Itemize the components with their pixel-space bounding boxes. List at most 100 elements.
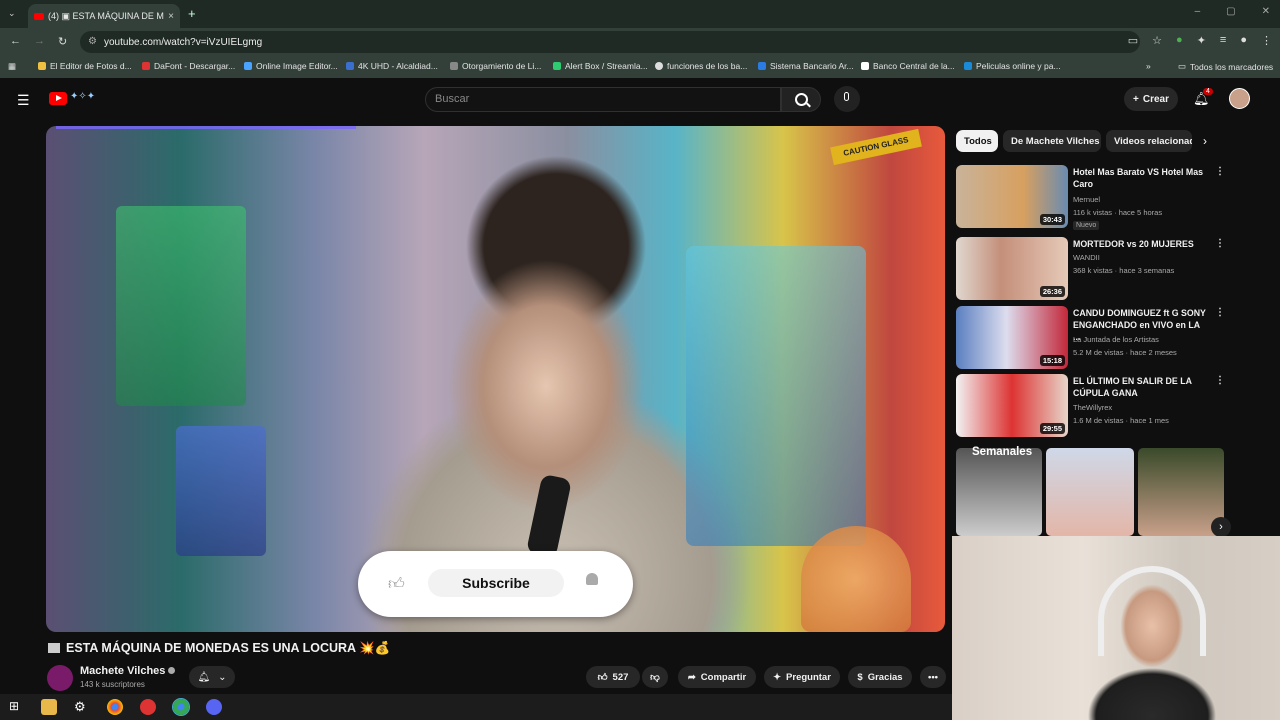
related-title[interactable]: MORTEDOR vs 20 MUJERES <box>1073 238 1208 250</box>
related-menu-icon[interactable]: ⋮ <box>1215 375 1225 386</box>
thanks-button[interactable]: $ Gracias <box>848 666 912 688</box>
cast-icon[interactable]: ▭ <box>1128 34 1138 47</box>
chevron-right-icon[interactable]: › <box>1203 134 1207 148</box>
settings-gear-icon[interactable]: ⚙ <box>74 699 90 715</box>
share-button[interactable]: ➦ Compartir <box>678 666 756 688</box>
star-icon[interactable]: ☆ <box>1152 34 1162 47</box>
related-title[interactable]: Hotel Mas Barato VS Hotel Mas Caro <box>1073 166 1208 190</box>
search-icon <box>795 93 808 106</box>
bookmark-2[interactable]: Online Image Editor... <box>244 61 338 71</box>
voice-search-button[interactable] <box>834 86 860 112</box>
hamburger-menu-icon[interactable]: ☰ <box>17 92 30 109</box>
related-thumbnail[interactable]: 30:43 <box>956 165 1068 228</box>
all-bookmarks[interactable]: ▭ Todos los marcadores <box>1178 61 1273 72</box>
share-label: Compartir <box>700 671 747 683</box>
related-channel[interactable]: Mernuel <box>1073 195 1100 204</box>
menu-dots-icon[interactable]: ⋮ <box>1261 34 1272 47</box>
bookmark-3[interactable]: 4K UHD - Alcaldiad... <box>346 61 438 71</box>
discord-icon[interactable] <box>206 699 222 715</box>
site-info-icon[interactable]: ⚙ <box>88 36 97 47</box>
ask-button[interactable]: ✦ Preguntar <box>764 666 840 688</box>
chrome-icon[interactable] <box>107 699 123 715</box>
sparkle-icon: ✦ <box>773 671 782 683</box>
verified-icon <box>168 667 176 674</box>
related-thumbnail[interactable]: 26:36 <box>956 237 1068 300</box>
plus-icon: + <box>1133 93 1139 105</box>
close-window-icon[interactable]: ✕ <box>1262 6 1270 17</box>
video-player[interactable]: CAUTION GLASS 👍︎ Subscribe <box>46 126 945 632</box>
superman-machine <box>176 426 266 556</box>
chip-related[interactable]: Videos relacionados <box>1106 130 1192 152</box>
bookmark-label: Alert Box / Streamla... <box>565 61 648 71</box>
related-meta: 116 k vistas · hace 5 horas <box>1073 208 1163 217</box>
related-menu-icon[interactable]: ⋮ <box>1215 307 1225 318</box>
bookmark-favicon-icon <box>758 62 766 70</box>
apps-icon[interactable]: ▦ <box>8 61 16 72</box>
create-label: Crear <box>1142 93 1169 105</box>
tab-title: (4) ▣ ESTA MÁQUINA DE MONEDAS ES UNA LOC… <box>48 10 164 21</box>
profile-icon[interactable]: ● <box>1240 34 1247 47</box>
search-button[interactable] <box>781 87 821 112</box>
browser-tab-active[interactable]: (4) ▣ ESTA MÁQUINA DE MONEDAS ES UNA LOC… <box>28 4 180 28</box>
address-bar[interactable]: ⚙ youtube.com/watch?v=iVzUIELgmg <box>80 31 1140 53</box>
create-button[interactable]: + Crear <box>1124 87 1178 111</box>
bell-icon <box>584 572 600 588</box>
bookmark-0[interactable]: El Editor de Fotos d... <box>38 61 132 71</box>
bookmarks-bar: ▦ El Editor de Fotos d... DaFont - Desca… <box>0 56 1280 79</box>
file-explorer-icon[interactable] <box>41 699 57 715</box>
related-menu-icon[interactable]: ⋮ <box>1215 166 1225 177</box>
new-tab-button[interactable]: + <box>188 6 196 21</box>
extension-green-icon[interactable]: ● <box>1176 34 1183 47</box>
forward-icon[interactable]: → <box>34 35 45 47</box>
related-channel[interactable]: WANDII <box>1073 253 1100 262</box>
related-thumbnail[interactable]: 29:55 <box>956 374 1068 437</box>
neon-light <box>56 126 356 199</box>
short-thumbnail[interactable] <box>1046 448 1134 536</box>
shorts-label: Semanales <box>972 446 1033 458</box>
bookmark-7[interactable]: Sistema Bancario Ar... <box>758 61 854 71</box>
search-input[interactable]: Buscar <box>425 87 781 112</box>
puzzle-icon[interactable]: ✦ <box>1197 34 1206 47</box>
tab-close-icon[interactable]: × <box>168 11 174 22</box>
windows-start-icon[interactable]: ⊞ <box>9 699 25 715</box>
bookmarks-overflow-icon[interactable]: » <box>1146 61 1151 71</box>
more-actions-button[interactable]: ••• <box>920 666 946 688</box>
chip-all[interactable]: Todos <box>956 130 998 152</box>
back-icon[interactable]: ← <box>10 35 21 47</box>
chip-from-channel[interactable]: De Machete Vilches <box>1003 130 1101 152</box>
doodle-icon[interactable]: ✦✧✦ <box>70 91 95 102</box>
related-menu-icon[interactable]: ⋮ <box>1215 238 1225 249</box>
bookmark-label: Banco Central de la... <box>873 61 955 71</box>
account-avatar[interactable] <box>1229 88 1250 109</box>
reload-icon[interactable]: ↻ <box>58 35 67 48</box>
channel-name[interactable]: Machete Vilches <box>80 665 176 677</box>
subscribe-overlay-button[interactable]: Subscribe <box>428 569 564 597</box>
bookmark-1[interactable]: DaFont - Descargar... <box>142 61 235 71</box>
bookmark-9[interactable]: Peliculas online y pa... <box>964 61 1061 71</box>
related-channel[interactable]: La Juntada de los Artistas <box>1073 335 1159 344</box>
related-channel[interactable]: TheWillyrex <box>1073 403 1112 412</box>
tab-list-icon[interactable]: ⌄ <box>8 8 16 19</box>
youtube-logo-icon[interactable] <box>49 92 67 105</box>
bookmark-4[interactable]: Otorgamiento de Li... <box>450 61 541 71</box>
maximize-icon[interactable]: ▢ <box>1226 6 1235 17</box>
short-thumbnail[interactable] <box>956 448 1042 536</box>
app-icon[interactable] <box>140 699 156 715</box>
related-thumbnail[interactable]: 15:18 <box>956 306 1068 369</box>
related-meta: 368 k vistas · hace 3 semanas <box>1073 266 1175 275</box>
bookmark-6[interactable]: funciones de los ba... <box>655 61 747 71</box>
subscription-notify-button[interactable]: 🔔︎ ⌄ <box>189 666 235 688</box>
minimize-icon[interactable]: – <box>1195 6 1201 17</box>
related-title[interactable]: EL ÚLTIMO EN SALIR DE LA CÚPULA GANA <box>1073 375 1208 399</box>
chrome-profile-icon[interactable] <box>172 698 190 716</box>
media-icon[interactable]: ≡ <box>1220 34 1226 47</box>
chevron-down-icon: ⌄ <box>218 671 227 683</box>
bookmark-8[interactable]: Banco Central de la... <box>861 61 955 71</box>
channel-avatar[interactable] <box>47 665 73 691</box>
chevron-right-icon[interactable]: › <box>1211 517 1231 537</box>
related-meta: 5.2 M de vistas · hace 2 meses <box>1073 348 1177 357</box>
bookmark-5[interactable]: Alert Box / Streamla... <box>553 61 648 71</box>
dislike-button[interactable]: 👎︎ <box>642 666 668 688</box>
like-button[interactable]: 👍︎ 527 <box>586 666 640 688</box>
thumb-up-icon: 👍︎ <box>597 672 608 683</box>
